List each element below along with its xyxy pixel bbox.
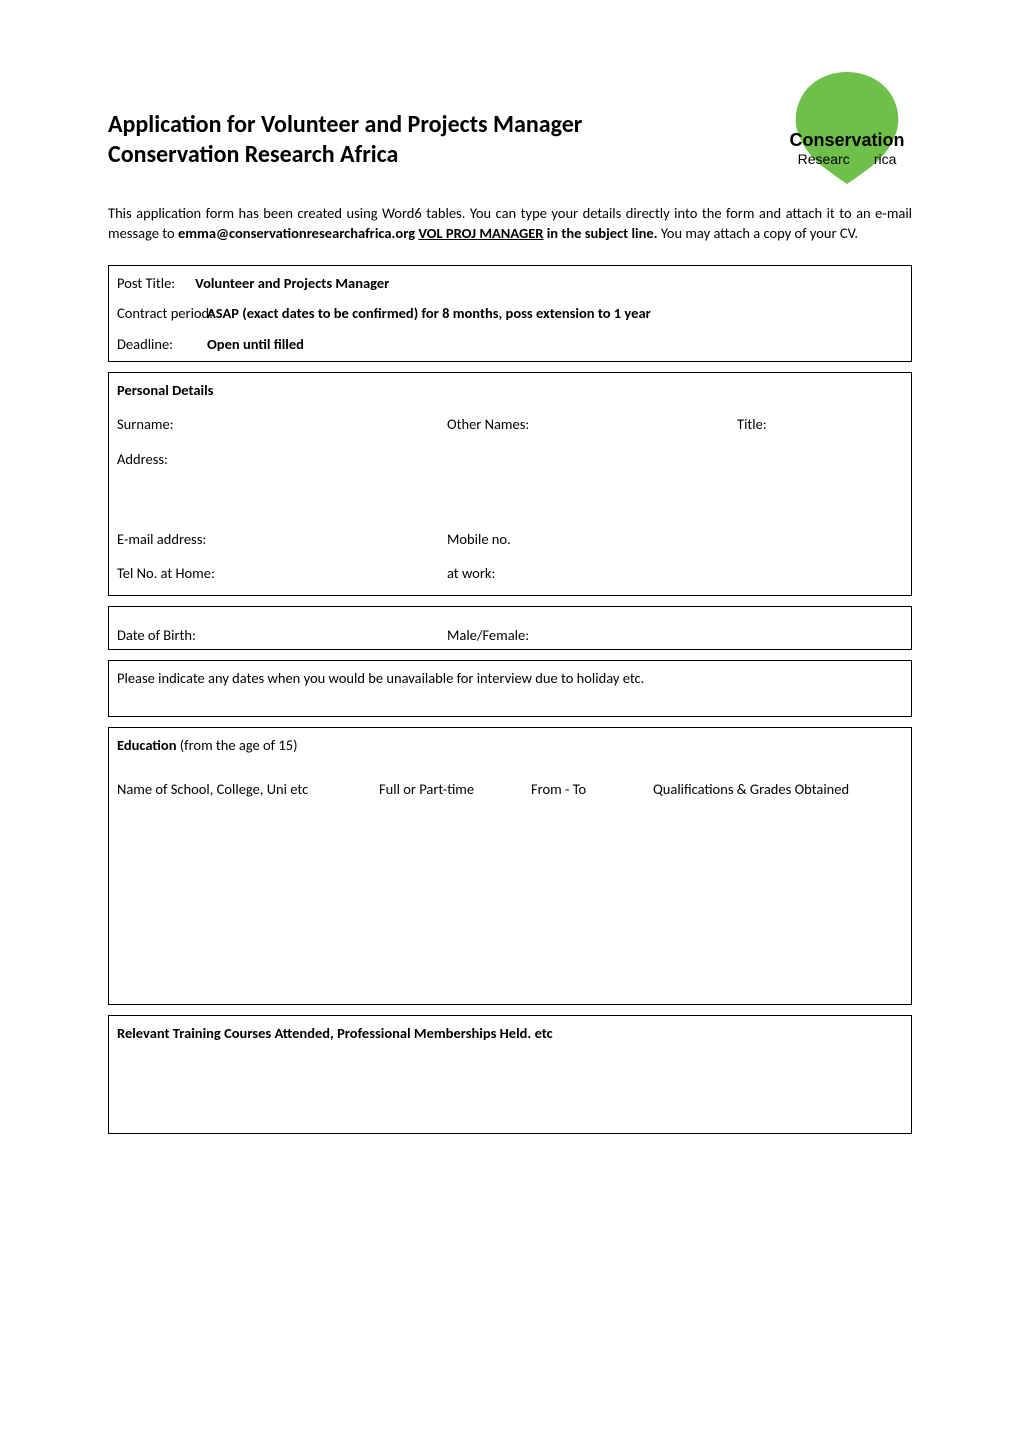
dob-gender-section: Date of Birth: Male/Female: [108,606,912,650]
title-line-2: Conservation Research Africa [108,140,398,169]
email-label: E-mail address: [117,530,206,548]
intro-paragraph: This application form has been created u… [108,204,912,243]
address-label: Address: [117,450,168,468]
availability-section: Please indicate any dates when you would… [108,660,912,717]
contract-period-label: Contract period: [117,303,187,323]
contract-period-value: ASAP (exact dates to be confirmed) for 8… [207,303,651,323]
personal-details-heading: Personal Details [117,380,903,400]
deadline-value: Open until filled [207,334,304,354]
mobile-label: Mobile no. [447,530,511,548]
availability-text: Please indicate any dates when you would… [117,669,644,687]
intro-subject: VOL PROJ MANAGER [418,224,543,242]
post-details-section: Post Title: Volunteer and Projects Manag… [108,265,912,362]
other-names-label: Other Names: [447,415,529,433]
intro-text-3: You may attach a copy of your CV. [661,224,858,242]
education-section: Education (from the age of 15) Name of S… [108,727,912,1005]
gender-label: Male/Female: [447,626,529,644]
education-col-fulltime: Full or Part-time [379,779,509,799]
education-col-dates: From - To [531,779,631,799]
education-col-quals: Qualifications & Grades Obtained [653,779,903,799]
education-col-school: Name of School, College, Uni etc [117,779,357,799]
training-section: Relevant Training Courses Attended, Prof… [108,1015,912,1134]
intro-email: emma@conservationresearchafrica.org [178,224,415,242]
post-title-label: Post Title: [117,273,175,293]
home-tel-label: Tel No. at Home: [117,564,215,582]
training-heading: Relevant Training Courses Attended, Prof… [117,1024,553,1042]
dob-label: Date of Birth: [117,626,196,644]
education-heading: Education [117,736,177,754]
education-heading-suffix: (from the age of 15) [177,736,298,754]
svg-text:Conservation: Conservation [789,130,904,150]
title-line-1: Application for Volunteer and Projects M… [108,110,582,139]
surname-label: Surname: [117,415,174,433]
deadline-label: Deadline: [117,334,187,354]
logo: Conservation Research Africa [782,68,912,188]
work-tel-label: at work: [447,564,495,582]
personal-details-section: Personal Details Surname: Other Names: T… [108,372,912,595]
intro-text-2: in the subject line. [543,224,660,242]
svg-text:Research Africa: Research Africa [798,151,897,167]
page-title: Application for Volunteer and Projects M… [108,110,582,170]
title-field-label: Title: [737,415,767,433]
post-title-value: Volunteer and Projects Manager [195,273,389,293]
